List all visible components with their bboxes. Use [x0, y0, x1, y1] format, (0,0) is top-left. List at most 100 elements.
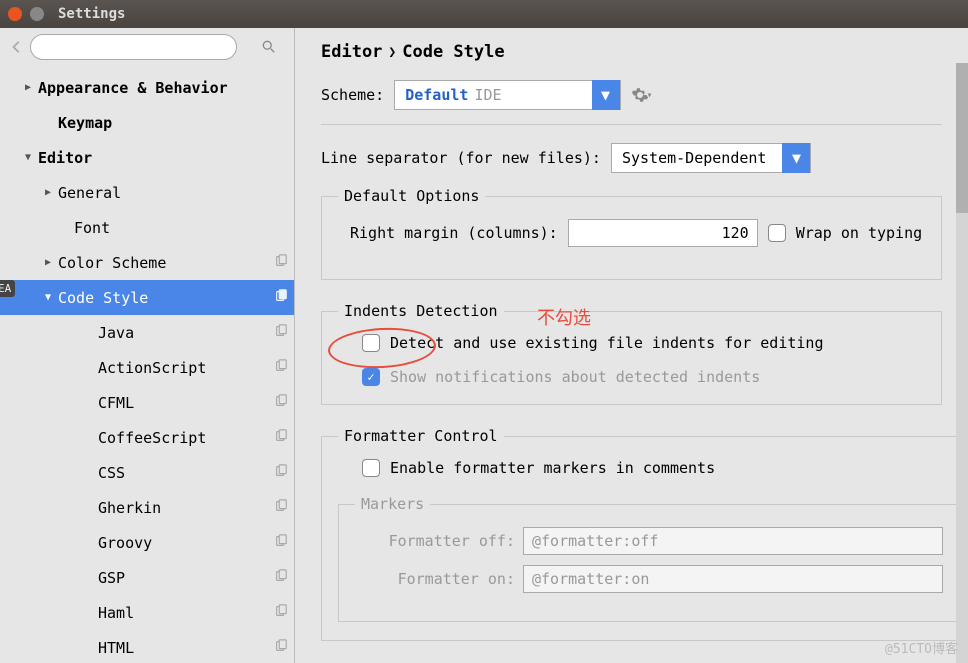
right-margin-label: Right margin (columns):: [350, 224, 558, 242]
copy-icon: [274, 534, 288, 552]
window-title: Settings: [58, 6, 125, 22]
annotation-text: 不勾选: [537, 304, 591, 330]
enable-formatter-markers-checkbox[interactable]: [362, 459, 380, 477]
tree-item-editor[interactable]: ▼ Editor: [0, 140, 294, 175]
line-separator-select[interactable]: System-Dependent ▼: [611, 143, 812, 173]
tree-arrow-icon: ▶: [42, 187, 54, 198]
chevron-right-icon: ❯: [388, 45, 396, 60]
tree-item-css[interactable]: CSS: [0, 455, 294, 490]
scheme-suffix: IDE: [474, 86, 591, 104]
detect-indents-label: Detect and use existing file indents for…: [390, 334, 823, 352]
copy-icon: [274, 254, 288, 272]
tree-item-html[interactable]: HTML: [0, 630, 294, 663]
detect-indents-checkbox[interactable]: [362, 334, 380, 352]
copy-icon: [274, 499, 288, 517]
scheme-label: Scheme:: [321, 86, 384, 104]
main-panel: Editor ❯ Code Style Scheme: Default IDE …: [295, 28, 968, 663]
default-options-legend: Default Options: [338, 187, 485, 205]
tree-item-gherkin[interactable]: Gherkin: [0, 490, 294, 525]
tree-item-label: Font: [74, 219, 288, 237]
show-notifications-checkbox[interactable]: ✓: [362, 368, 380, 386]
tree-item-label: Gherkin: [98, 499, 274, 517]
tree-item-java[interactable]: Java: [0, 315, 294, 350]
copy-icon: [274, 569, 288, 587]
line-separator-value: System-Dependent: [612, 149, 783, 167]
copy-icon: [274, 639, 288, 657]
show-notifications-label: Show notifications about detected indent…: [390, 368, 760, 386]
scheme-select[interactable]: Default IDE ▼: [394, 80, 620, 110]
tree-item-color-scheme[interactable]: ▶ Color Scheme: [0, 245, 294, 280]
ea-tag: EA: [0, 280, 15, 297]
tree-arrow-icon: ▼: [22, 152, 34, 163]
tree-item-label: Haml: [98, 604, 274, 622]
search-input[interactable]: [30, 34, 237, 60]
scrollbar[interactable]: [956, 63, 968, 663]
tree-item-label: CSS: [98, 464, 274, 482]
tree-item-coffeescript[interactable]: CoffeeScript: [0, 420, 294, 455]
scheme-value: Default: [395, 86, 474, 104]
formatter-on-label: Formatter on:: [355, 570, 515, 588]
tree-item-label: ActionScript: [98, 359, 274, 377]
default-options-group: Default Options Right margin (columns): …: [321, 187, 942, 280]
tree-arrow-icon: ▶: [22, 82, 34, 93]
tree-item-label: Keymap: [58, 114, 288, 132]
formatter-off-input: [523, 527, 943, 555]
tree-item-appearance-behavior[interactable]: ▶ Appearance & Behavior: [0, 70, 294, 105]
tree-item-label: GSP: [98, 569, 274, 587]
breadcrumb: Editor ❯ Code Style: [321, 42, 942, 62]
breadcrumb-parent: Editor: [321, 42, 382, 62]
chevron-down-icon[interactable]: ▼: [782, 143, 810, 173]
tree-item-label: Code Style: [58, 289, 274, 307]
formatter-control-legend: Formatter Control: [338, 427, 504, 445]
tree-item-gsp[interactable]: GSP: [0, 560, 294, 595]
tree-item-label: HTML: [98, 639, 274, 657]
tree-item-code-style[interactable]: ▼ Code Style: [0, 280, 294, 315]
tree-item-cfml[interactable]: CFML: [0, 385, 294, 420]
formatter-off-label: Formatter off:: [355, 532, 515, 550]
tree-item-general[interactable]: ▶General: [0, 175, 294, 210]
divider: [321, 124, 942, 125]
tree-item-label: CoffeeScript: [98, 429, 274, 447]
settings-tree: ▶ Appearance & Behavior Keymap ▼ Editor ▶Gene…: [0, 66, 294, 663]
minimize-icon[interactable]: [30, 7, 44, 21]
copy-icon: [274, 359, 288, 377]
tree-item-actionscript[interactable]: ActionScript: [0, 350, 294, 385]
gear-icon[interactable]: ▾: [631, 86, 653, 104]
copy-icon: [274, 394, 288, 412]
copy-icon: [274, 429, 288, 447]
tree-item-haml[interactable]: Haml: [0, 595, 294, 630]
tree-item-label: CFML: [98, 394, 274, 412]
tree-item-groovy[interactable]: Groovy: [0, 525, 294, 560]
enable-formatter-markers-label: Enable formatter markers in comments: [390, 459, 715, 477]
markers-legend: Markers: [355, 495, 430, 513]
tree-item-label: Groovy: [98, 534, 274, 552]
wrap-on-typing-label: Wrap on typing: [796, 224, 922, 242]
sidebar: ▶ Appearance & Behavior Keymap ▼ Editor ▶Gene…: [0, 28, 295, 663]
tree-item-keymap[interactable]: Keymap: [0, 105, 294, 140]
close-icon[interactable]: [8, 7, 22, 21]
tree-item-label: Appearance & Behavior: [38, 79, 288, 97]
tree-item-label: Java: [98, 324, 274, 342]
copy-icon: [274, 464, 288, 482]
tree-item-label: Editor: [38, 149, 288, 167]
tree-arrow-icon: ▼: [42, 292, 54, 303]
indents-detection-group: Indents Detection 不勾选 Detect and use exi…: [321, 302, 942, 405]
chevron-down-icon[interactable]: ▼: [592, 80, 620, 110]
copy-icon: [274, 324, 288, 342]
tree-item-label: Color Scheme: [58, 254, 274, 272]
copy-icon: [274, 289, 288, 307]
markers-group: Markers Formatter off: Formatter on:: [338, 495, 960, 622]
tree-arrow-icon: ▶: [42, 257, 54, 268]
watermark: @51CTO博客: [885, 638, 958, 657]
formatter-on-input: [523, 565, 943, 593]
tree-item-font[interactable]: Font: [0, 210, 294, 245]
search-icon: [262, 40, 276, 54]
line-separator-label: Line separator (for new files):: [321, 149, 601, 167]
scroll-thumb[interactable]: [956, 63, 968, 213]
titlebar: Settings: [0, 0, 968, 28]
wrap-on-typing-checkbox[interactable]: [768, 224, 786, 242]
right-margin-input[interactable]: [568, 219, 758, 247]
back-icon[interactable]: [10, 40, 24, 54]
formatter-control-group: Formatter Control Enable formatter marke…: [321, 427, 968, 641]
copy-icon: [274, 604, 288, 622]
